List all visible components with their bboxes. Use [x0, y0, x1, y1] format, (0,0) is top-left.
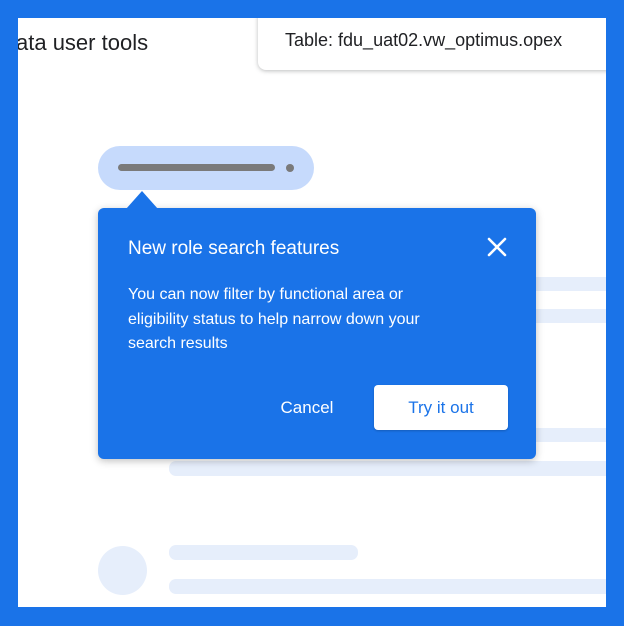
skeleton-line [169, 579, 606, 594]
skeleton-line [169, 461, 606, 476]
pill-placeholder-bar [118, 164, 275, 171]
close-button[interactable] [482, 232, 512, 262]
skeleton-line [169, 545, 358, 560]
app-window: ata user tools Table: fdu_uat02.vw_optim… [18, 18, 606, 607]
table-label: Table: fdu_uat02.vw_optimus.opex [285, 30, 563, 50]
app-title: ata user tools [18, 30, 149, 55]
feature-anchor-pill[interactable] [98, 146, 314, 190]
try-it-out-button[interactable]: Try it out [374, 385, 508, 430]
table-chip[interactable]: Table: fdu_uat02.vw_optimus.opex [258, 18, 606, 70]
popover-title: New role search features [128, 238, 340, 259]
skeleton-avatar [98, 546, 147, 595]
popover-arrow [126, 191, 158, 209]
popover-body: You can now filter by functional area or… [128, 286, 420, 352]
feature-popover: New role search features You can now fil… [98, 191, 536, 459]
pill-placeholder-dot [286, 164, 294, 172]
close-icon [487, 237, 507, 257]
cancel-button[interactable]: Cancel [262, 386, 352, 430]
